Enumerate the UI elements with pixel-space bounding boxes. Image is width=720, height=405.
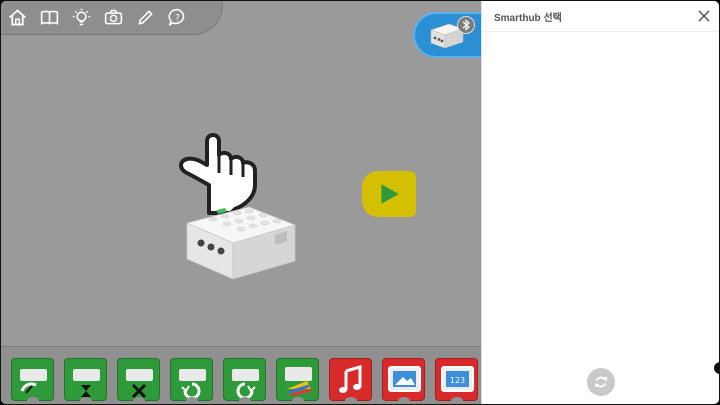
block-connector	[186, 397, 198, 404]
help-icon[interactable]: ?	[167, 7, 188, 28]
music-note-icon	[339, 365, 362, 393]
motor-clockwise-block[interactable]	[223, 358, 266, 404]
block-connector	[27, 397, 39, 404]
block-palette: 123	[1, 346, 481, 404]
display-number-icon: 123	[441, 366, 474, 392]
motor-clockwise-icon	[232, 369, 259, 400]
home-icon[interactable]	[7, 7, 28, 28]
light-icon	[285, 367, 312, 397]
block-connector	[398, 397, 410, 404]
display-image-block[interactable]	[382, 358, 425, 404]
block-connector	[80, 397, 92, 404]
svg-text:?: ?	[175, 14, 180, 24]
close-icon	[698, 10, 710, 22]
play-icon	[381, 184, 399, 204]
top-toolbar: ?	[1, 1, 223, 35]
book-icon[interactable]	[39, 7, 60, 28]
block-connector	[451, 397, 463, 404]
panel-header: Smarthub 선택	[482, 1, 719, 32]
app-window: ? 123 Smarthub 선택	[0, 0, 720, 405]
light-block[interactable]	[276, 358, 319, 404]
display-number-block[interactable]: 123	[435, 358, 478, 404]
pencil-icon[interactable]	[135, 7, 156, 28]
motor-time-icon	[73, 369, 100, 397]
motor-time-block[interactable]	[64, 358, 107, 404]
block-connector	[239, 397, 251, 404]
motor-counterclockwise-icon	[179, 369, 206, 400]
play-button[interactable]	[362, 171, 416, 217]
smarthub-illustration	[185, 206, 297, 280]
sound-block[interactable]	[329, 358, 372, 404]
motor-counterclockwise-block[interactable]	[170, 358, 213, 404]
edge-handle	[714, 362, 719, 374]
bluetooth-icon	[457, 16, 475, 34]
programming-canvas[interactable]: ? 123	[1, 1, 493, 404]
smarthub-select-panel: Smarthub 선택	[481, 1, 719, 404]
panel-title: Smarthub 선택	[494, 12, 562, 24]
camera-icon[interactable]	[103, 7, 124, 28]
block-connector	[345, 397, 357, 404]
motor-power-icon	[20, 369, 47, 394]
motor-stop-block[interactable]	[117, 358, 160, 404]
close-button[interactable]	[697, 9, 711, 23]
motor-stop-icon	[126, 369, 153, 399]
block-connector	[133, 397, 145, 404]
block-connector	[292, 397, 304, 404]
motor-power-block[interactable]	[11, 358, 54, 404]
refresh-button[interactable]	[587, 368, 615, 396]
lightbulb-icon[interactable]	[71, 7, 92, 28]
refresh-icon	[595, 376, 607, 388]
display-image-icon	[388, 366, 421, 392]
number-label: 123	[450, 376, 465, 385]
